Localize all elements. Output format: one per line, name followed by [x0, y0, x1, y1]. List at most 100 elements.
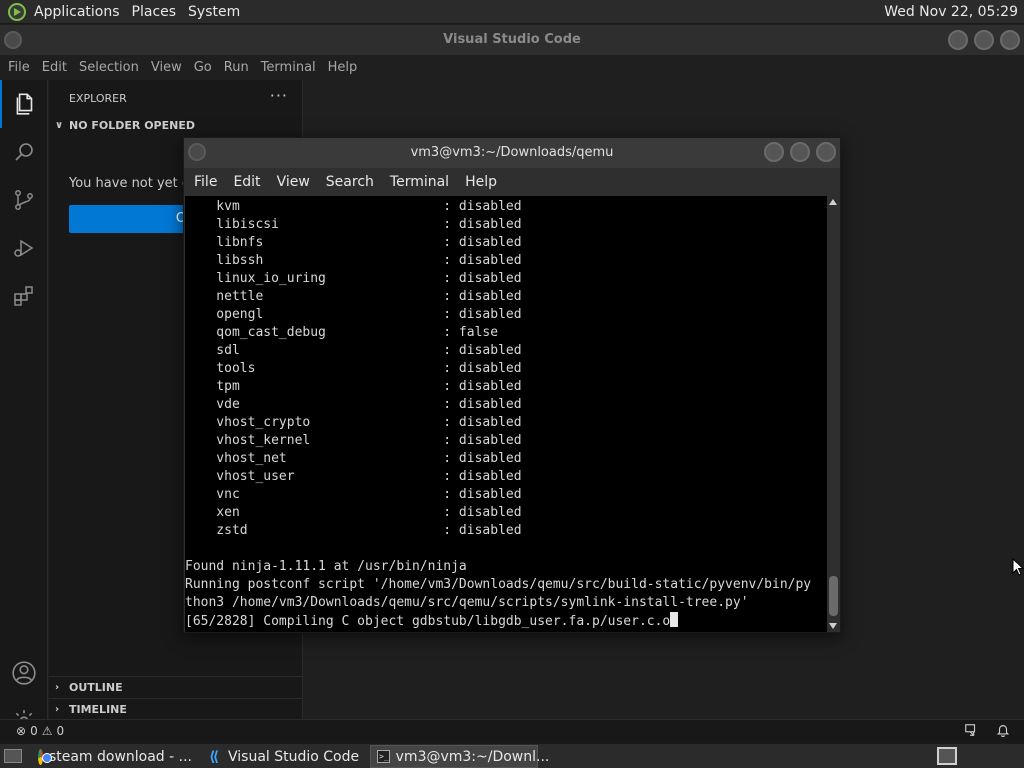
terminal-output[interactable]: kvm : disabled libiscsi : disabled libnf… — [185, 196, 827, 632]
taskbar-item-vscode[interactable]: ⟪ Visual Studio Code — [200, 745, 368, 768]
terminal-option-line: kvm : disabled — [185, 199, 522, 214]
menu-edit[interactable]: Edit — [225, 174, 268, 190]
taskbar-item-terminal[interactable]: >_ vm3@vm3:~/Downl... — [370, 745, 549, 768]
terminal-output-line: Found ninja-1.11.1 at /usr/bin/ninja — [185, 559, 467, 574]
timeline-section-header[interactable]: › TIMELINE — [49, 699, 303, 721]
terminal-window-title: vm3@vm3:~/Downloads/qemu — [410, 145, 614, 160]
chrome-icon — [38, 748, 52, 765]
terminal-titlebar[interactable]: vm3@vm3:~/Downloads/qemu — [184, 138, 840, 168]
menu-places[interactable]: Places — [126, 0, 183, 24]
accounts-icon[interactable] — [0, 649, 48, 697]
workspace-switcher[interactable] — [937, 747, 957, 765]
menu-run[interactable]: Run — [218, 60, 255, 75]
run-debug-icon[interactable] — [0, 224, 48, 272]
taskbar-item-browser[interactable]: steam download - ... — [32, 745, 198, 768]
no-folder-message: You have not yet op — [69, 176, 199, 191]
panel-clock[interactable]: Wed Nov 22, 05:29 — [884, 4, 1024, 20]
vscode-icon: ⟪ — [208, 748, 220, 765]
menu-view[interactable]: View — [269, 174, 318, 190]
status-bar: ⊗ 0 ⚠ 0 — [0, 719, 1024, 743]
extensions-icon[interactable] — [0, 272, 48, 320]
terminal-option-line: qom_cast_debug : false — [185, 325, 499, 340]
activity-bar: 1 — [0, 80, 48, 737]
terminal-option-line: linux_io_uring : disabled — [185, 271, 522, 286]
scroll-up-arrow-icon[interactable] — [829, 199, 837, 205]
terminal-option-line: vnc : disabled — [185, 487, 522, 502]
live-share-icon[interactable] — [964, 723, 978, 740]
window-menu-button[interactable] — [4, 31, 22, 49]
terminal-option-line: vhost_crypto : disabled — [185, 415, 522, 430]
vscode-window-title: Visual Studio Code — [443, 32, 581, 47]
terminal-option-line: sdl : disabled — [185, 343, 522, 358]
menu-help[interactable]: Help — [457, 174, 505, 190]
menu-terminal[interactable]: Terminal — [255, 60, 322, 75]
terminal-option-line: tools : disabled — [185, 361, 522, 376]
terminal-option-line: opengl : disabled — [185, 307, 522, 322]
menu-search[interactable]: Search — [318, 174, 382, 190]
mouse-pointer-icon — [1012, 558, 1024, 576]
show-desktop-icon[interactable] — [4, 749, 22, 763]
terminal-menubar: File Edit View Search Terminal Help — [184, 168, 840, 196]
warning-icon: ⚠ — [41, 724, 53, 738]
menu-terminal[interactable]: Terminal — [382, 174, 457, 190]
terminal-option-line: libiscsi : disabled — [185, 217, 522, 232]
menu-view[interactable]: View — [145, 60, 188, 75]
terminal-option-line: libssh : disabled — [185, 253, 522, 268]
terminal-option-line: vhost_kernel : disabled — [185, 433, 522, 448]
menu-edit[interactable]: Edit — [36, 60, 73, 75]
scrollbar-thumb[interactable] — [829, 576, 838, 616]
chevron-right-icon: › — [55, 704, 60, 715]
menu-selection[interactable]: Selection — [73, 60, 145, 75]
terminal-scrollbar[interactable] — [827, 196, 840, 632]
menu-help[interactable]: Help — [322, 60, 364, 75]
problems-indicator[interactable]: ⊗ 0 ⚠ 0 — [16, 724, 64, 738]
top-panel: Applications Places System Wed Nov 22, 0… — [0, 0, 1024, 24]
close-button[interactable] — [816, 142, 836, 162]
terminal-option-line: nettle : disabled — [185, 289, 522, 304]
terminal-option-line: vhost_user : disabled — [185, 469, 522, 484]
menu-go[interactable]: Go — [188, 60, 218, 75]
menu-file[interactable]: File — [2, 60, 36, 75]
minimize-button[interactable] — [764, 142, 784, 162]
explorer-title: EXPLORER — [69, 92, 127, 105]
vscode-menubar: File Edit Selection View Go Run Terminal… — [0, 55, 1024, 80]
taskbar-item-label: steam download - ... — [48, 748, 192, 765]
terminal-option-line: libnfs : disabled — [185, 235, 522, 250]
menu-system[interactable]: System — [182, 0, 246, 24]
terminal-option-line: zstd : disabled — [185, 523, 522, 538]
outline-section-header[interactable]: › OUTLINE — [49, 677, 303, 699]
terminal-option-line: vhost_net : disabled — [185, 451, 522, 466]
maximize-button[interactable] — [790, 142, 810, 162]
terminal-output-line: thon3 /home/vm3/Downloads/qemu/src/qemu/… — [185, 595, 749, 610]
scroll-down-arrow-icon[interactable] — [829, 623, 837, 629]
terminal-output-line: Running postconf script '/home/vm3/Downl… — [185, 577, 812, 592]
window-menu-button[interactable] — [188, 143, 206, 161]
taskbar-item-label: vm3@vm3:~/Downl... — [395, 748, 550, 765]
error-count: 0 — [30, 724, 38, 738]
vscode-titlebar[interactable]: Visual Studio Code — [0, 25, 1024, 55]
terminal-window: vm3@vm3:~/Downloads/qemu File Edit View … — [183, 137, 841, 633]
terminal-option-line: vde : disabled — [185, 397, 522, 412]
maximize-button[interactable] — [974, 30, 994, 50]
taskbar-item-label: Visual Studio Code — [228, 748, 360, 765]
menu-file[interactable]: File — [186, 174, 225, 190]
distro-logo-icon[interactable] — [8, 2, 26, 21]
minimize-button[interactable] — [948, 30, 968, 50]
warning-count: 0 — [56, 724, 65, 738]
error-icon: ⊗ — [16, 724, 27, 738]
search-icon[interactable] — [0, 128, 48, 176]
terminal-output-line: [65/2828] Compiling C object gdbstub/lib… — [185, 612, 827, 630]
notifications-bell-icon[interactable] — [996, 723, 1010, 740]
menu-applications[interactable]: Applications — [28, 0, 126, 24]
no-folder-section-header[interactable]: ∨ NO FOLDER OPENED — [49, 115, 303, 137]
chevron-right-icon: › — [55, 682, 60, 693]
taskbar: steam download - ... ⟪ Visual Studio Cod… — [0, 743, 1024, 768]
more-actions-button[interactable]: ··· — [270, 86, 288, 105]
close-button[interactable] — [1000, 30, 1020, 50]
chevron-down-icon: ∨ — [55, 120, 64, 131]
terminal-option-line: xen : disabled — [185, 505, 522, 520]
source-control-icon[interactable] — [0, 176, 48, 224]
terminal-option-line: tpm : disabled — [185, 379, 522, 394]
explorer-icon[interactable] — [0, 80, 48, 128]
